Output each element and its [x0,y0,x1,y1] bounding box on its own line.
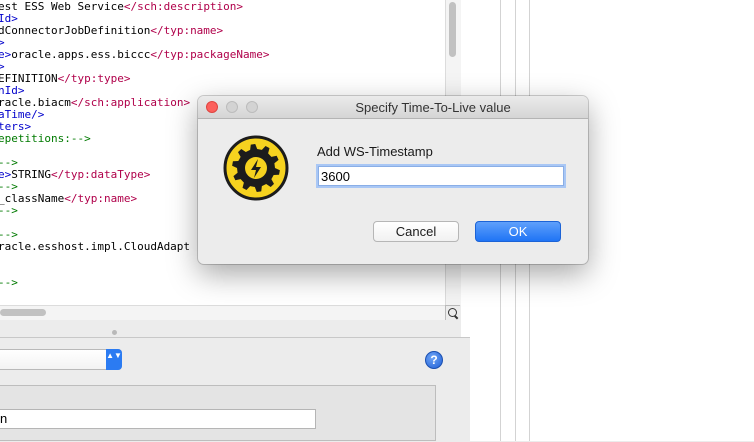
code-token: --> [0,276,18,289]
code-token: </typ:dataType> [51,168,151,181]
bottom-text-field[interactable]: n [0,409,316,429]
code-token: oracle.apps.ess.biccc [11,48,151,61]
code-token: dConnectorJobDefinition [0,24,151,37]
select-arrows-icon[interactable]: ▲▼ [106,349,122,370]
editor-horizontal-scrollbar[interactable] [0,305,445,320]
code-token: </sch:application> [70,96,191,109]
ok-button[interactable]: OK [475,221,561,242]
code-token: est ESS Web Service [0,0,124,13]
gear-lightning-icon [222,134,290,202]
code-token: </typ:name> [150,24,224,37]
help-button[interactable]: ? [425,351,443,369]
code-line: dConnectorJobDefinition</typ:name> [0,25,223,37]
code-line: epetitions:--> [0,133,91,145]
code-line: racle.esshost.impl.CloudAdapt [0,241,190,253]
code-token: </typ:type> [57,72,131,85]
code-token: epetitions:--> [0,132,91,145]
code-line: --> [0,205,18,217]
ttl-input[interactable] [318,166,564,186]
scrollbar-thumb[interactable] [0,309,46,316]
field-label: Add WS-Timestamp [317,144,433,159]
code-token: </sch:description> [123,0,244,13]
code-token: --> [0,204,18,217]
split-handle[interactable] [112,330,117,335]
scrollbar-thumb[interactable] [449,2,456,57]
ttl-dialog: Specify Time-To-Live value Add WS-Timest… [198,96,588,264]
zoom-icon[interactable] [445,305,460,320]
dialog-title: Specify Time-To-Live value [355,100,511,115]
code-line: est ESS Web Service</sch:description> [0,1,243,13]
code-line: e>oracle.apps.ess.biccc</typ:packageName… [0,49,270,61]
code-line: --> [0,277,18,289]
code-token: </typ:packageName> [150,48,270,61]
code-line: e>STRING</typ:dataType> [0,169,150,181]
operation-select[interactable] [0,349,122,370]
code-token: racle.esshost.impl.CloudAdapt [0,240,191,253]
cancel-button[interactable]: Cancel [373,221,459,242]
dialog-titlebar: Specify Time-To-Live value [198,96,588,119]
code-token: </typ:name> [64,192,138,205]
code-line: _className</typ:name> [0,193,137,205]
